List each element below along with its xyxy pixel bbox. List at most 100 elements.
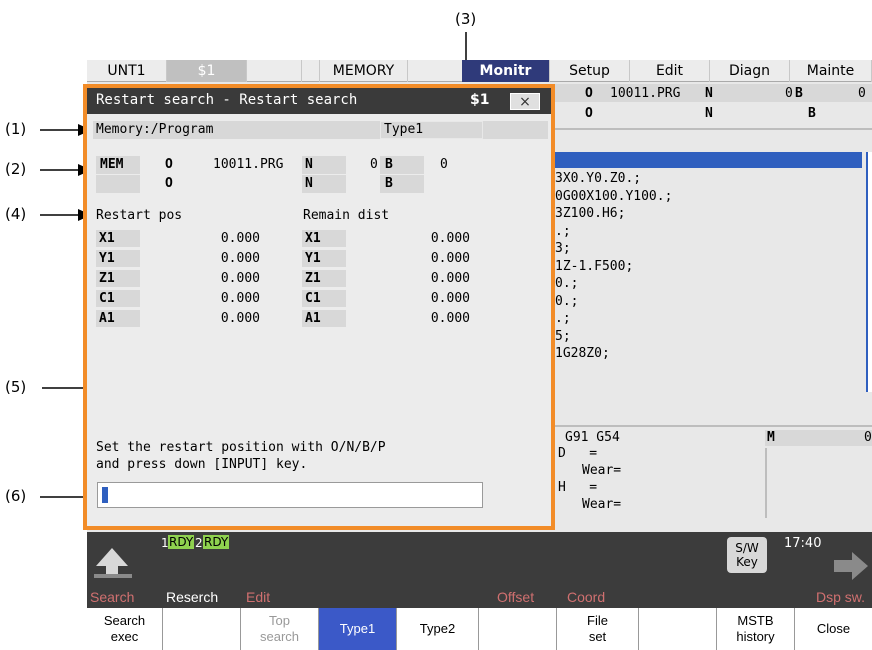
bg-modal-divider [555, 425, 872, 427]
restart-axis-value: 0.000 [220, 231, 260, 246]
restart-axis-name: Z1 [96, 270, 140, 287]
rdy2-badge: RDY [203, 535, 230, 549]
dialog-close-button[interactable]: × [510, 93, 540, 110]
menu-title-coord: Coord [567, 589, 606, 605]
remain-axis-value: 0.000 [430, 291, 470, 306]
remain-axis-name: C1 [302, 290, 346, 307]
tab-monitor[interactable]: Monitr [462, 60, 550, 82]
program-selected-bar [555, 152, 862, 168]
rdy1-badge: RDY [168, 535, 195, 549]
dialog-o-value: 10011.PRG [213, 157, 284, 172]
forward-arrow-button[interactable] [830, 550, 872, 582]
tab-setup[interactable]: Setup [550, 60, 630, 82]
bg-h-wear: Wear= [582, 497, 622, 512]
menu-title-reserch: Reserch [166, 589, 219, 605]
softkey-top-search[interactable]: Top search [241, 608, 319, 650]
bg-n-value: 0 [785, 86, 793, 101]
input-cursor [102, 487, 108, 503]
bg-b2-label: B [808, 106, 816, 121]
bg-modal: G91 G54 [565, 430, 620, 445]
program-line: 1G28Z0; [555, 346, 610, 361]
program-list: 3X0.Y0.Z0.; 0G00X100.Y100.; 3Z100.H6; .;… [555, 170, 672, 363]
bg-o-value: 10011.PRG [610, 86, 681, 101]
bg-n2-label: N [705, 106, 713, 121]
menu-title-edit: Edit [246, 589, 271, 605]
remain-axis-name: A1 [302, 310, 346, 327]
bg-m-value: 0 [864, 430, 872, 445]
tab-edit[interactable]: Edit [630, 60, 710, 82]
bg-m-box [765, 430, 872, 446]
program-line: .; [555, 311, 571, 326]
softkey-search-exec[interactable]: Search exec [87, 608, 163, 650]
program-line: 3; [555, 241, 571, 256]
restart-input-field[interactable] [97, 482, 483, 508]
dialog-b-value: 0 [440, 157, 448, 172]
dialog-o-label: O [165, 157, 173, 172]
tab-mainte[interactable]: Mainte [790, 60, 872, 82]
bg-m-label: M [767, 430, 775, 445]
program-line: .; [555, 223, 571, 239]
clock: 17:40 [784, 536, 822, 551]
dialog-title: Restart search - Restart search [96, 92, 358, 108]
dialog-b-label: B [385, 157, 393, 172]
menu-title-search: Search [90, 589, 135, 605]
sw-key-label: S/W Key [735, 541, 759, 569]
restart-axis-name: Y1 [96, 250, 140, 267]
program-line: 1Z-1.F500; [555, 258, 634, 274]
dialog-n-label: N [305, 157, 313, 172]
tab-blank-1 [247, 60, 302, 82]
softkey-type2[interactable]: Type2 [397, 608, 479, 650]
remain-axis-name: Z1 [302, 270, 346, 287]
mem-badge-2 [96, 175, 140, 193]
restart-axis-value: 0.000 [220, 271, 260, 286]
dialog-n2-label: N [305, 176, 313, 191]
bg-o2-label: O [585, 106, 593, 121]
program-scrollbar[interactable] [866, 152, 872, 392]
program-line: 0.; [555, 276, 579, 291]
tab-system[interactable]: $1 [167, 60, 247, 82]
mem-badge-text: MEM [100, 157, 124, 172]
restart-axis-value: 0.000 [220, 311, 260, 326]
remain-axis-name: Y1 [302, 250, 346, 267]
remain-axis-name: X1 [302, 230, 346, 247]
softkey-blank-2[interactable] [479, 608, 557, 650]
restart-axis-name: A1 [96, 310, 140, 327]
bg-d-label: D = [558, 446, 598, 461]
tab-blank-2 [302, 60, 320, 82]
rdy2-number: 2 [195, 536, 203, 550]
remain-dist-header: Remain dist [303, 208, 390, 223]
tab-diagn[interactable]: Diagn [710, 60, 790, 82]
restart-axis-value: 0.000 [220, 291, 260, 306]
dialog-o2-label: O [165, 176, 173, 191]
tab-mode: MEMORY [320, 60, 408, 82]
softkey-file-set[interactable]: File set [557, 608, 639, 650]
remain-axis-value: 0.000 [430, 231, 470, 246]
menu-title-offset: Offset [497, 589, 535, 605]
bg-b-value: 0 [858, 86, 866, 101]
program-line: 0G00X100.Y100.; [555, 188, 673, 204]
bg-b-label: B [795, 86, 803, 101]
sw-key-button[interactable]: S/W Key [727, 537, 767, 573]
program-line: 5; [555, 328, 571, 344]
softkey-blank-1[interactable] [163, 608, 241, 650]
dialog-b2-label: B [385, 176, 393, 191]
softkey-mstb-history[interactable]: MSTB history [717, 608, 795, 650]
restart-axis-value: 0.000 [220, 251, 260, 266]
message-line-2: and press down [INPUT] key. [96, 457, 308, 472]
dialog-system: $1 [470, 92, 490, 108]
bg-divider [555, 128, 872, 130]
bg-n-label: N [705, 86, 713, 101]
softkey-blank-3[interactable] [639, 608, 717, 650]
menu-title-dsp-sw: Dsp sw. [816, 589, 866, 605]
softkey-type1[interactable]: Type1 [319, 608, 397, 650]
bg-h-label: H = [558, 480, 598, 495]
memory-label: Memory:/Program [96, 122, 214, 137]
type-label-divider [380, 121, 483, 139]
back-arrow-button[interactable] [92, 540, 134, 580]
program-line: 0.; [555, 293, 579, 309]
restart-pos-header: Restart pos [96, 208, 183, 223]
tab-unit[interactable]: UNT1 [87, 60, 167, 82]
softkey-close[interactable]: Close [795, 608, 872, 650]
right-arrow-icon [834, 552, 868, 580]
remain-axis-value: 0.000 [430, 311, 470, 326]
